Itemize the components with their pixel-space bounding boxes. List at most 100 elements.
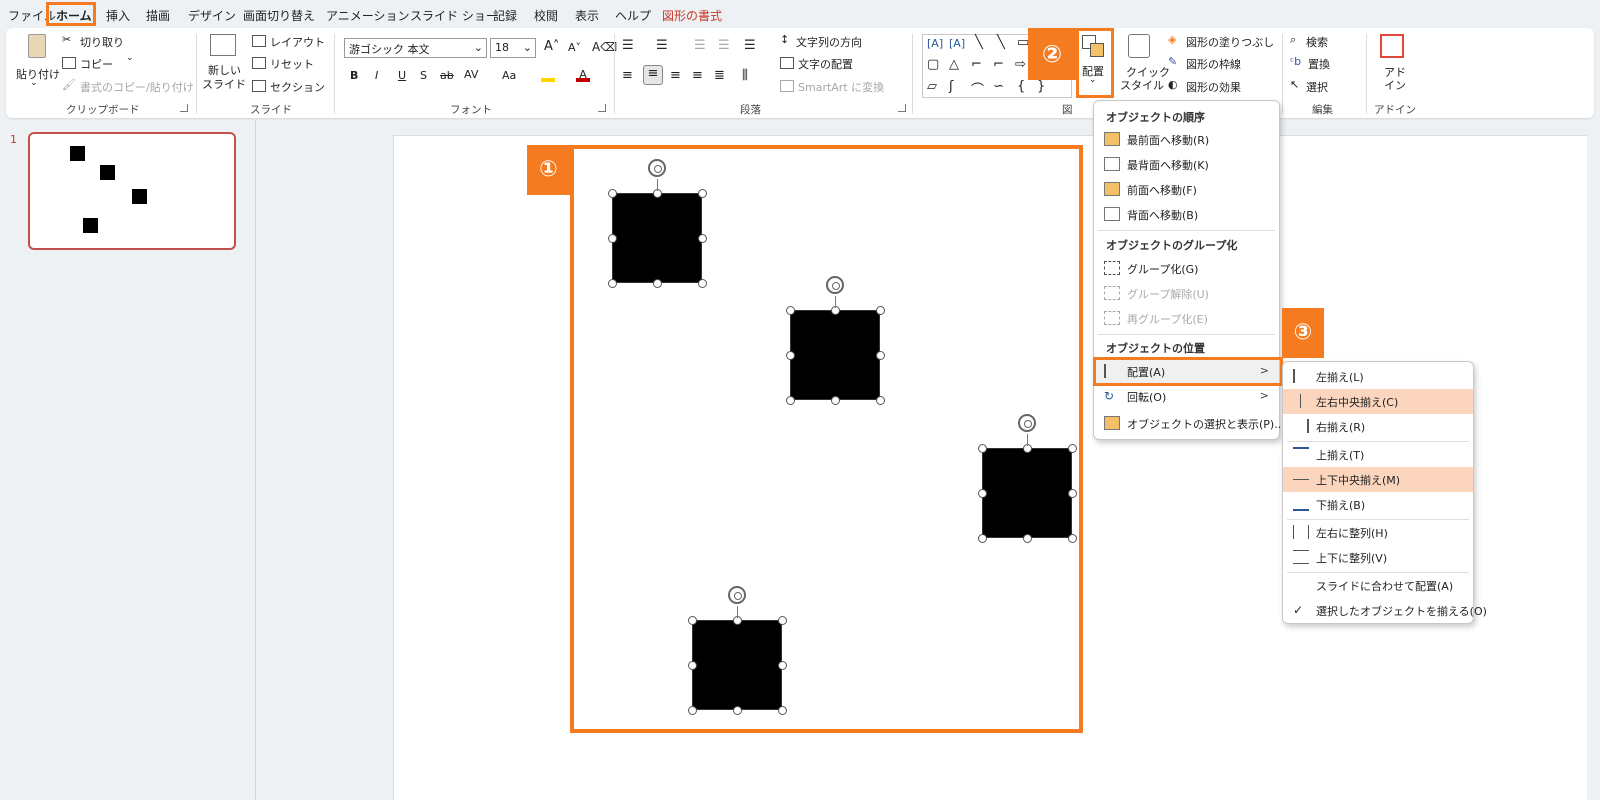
tab-draw[interactable]: 描画 bbox=[146, 7, 170, 24]
right-brace-icon[interactable]: } bbox=[1037, 79, 1045, 94]
bullets-icon[interactable]: ☰ bbox=[622, 38, 634, 53]
distributed-icon[interactable]: ≣ bbox=[714, 68, 725, 83]
resize-handle[interactable] bbox=[777, 660, 787, 670]
rotate-handle-icon[interactable] bbox=[826, 276, 844, 294]
arrange-button[interactable]: 配置 ⌄ bbox=[1079, 31, 1111, 95]
shape-outline-button[interactable]: ✎ 図形の枠線 bbox=[1168, 55, 1278, 73]
tab-view[interactable]: 表示 bbox=[575, 7, 599, 24]
arc-icon[interactable]: ⌒ bbox=[971, 79, 984, 98]
align-middle-item[interactable]: 上下中央揃え(M) bbox=[1283, 467, 1473, 492]
send-to-back-item[interactable]: 最背面へ移動(K) bbox=[1094, 152, 1279, 177]
scribble-icon[interactable]: ʃ bbox=[949, 79, 953, 94]
find-button[interactable]: ⌕ 検索 bbox=[1290, 33, 1360, 51]
resize-handle[interactable] bbox=[697, 233, 707, 243]
resize-handle[interactable] bbox=[875, 350, 885, 360]
copy-button[interactable]: コピー ⌄ bbox=[62, 53, 182, 73]
numbering-icon[interactable]: ☰ bbox=[656, 38, 668, 53]
resize-handle[interactable] bbox=[652, 278, 662, 288]
align-selected-item[interactable]: ✓ 選択したオブジェクトを揃える(O) bbox=[1283, 598, 1487, 623]
rounded-rect-icon[interactable]: ▢ bbox=[927, 57, 939, 72]
tab-review[interactable]: 校閲 bbox=[534, 7, 558, 24]
resize-handle[interactable] bbox=[687, 705, 697, 715]
resize-handle[interactable] bbox=[785, 350, 795, 360]
layout-button[interactable]: レイアウト bbox=[252, 33, 332, 51]
bring-forward-item[interactable]: 前面へ移動(F) bbox=[1094, 177, 1279, 202]
send-backward-item[interactable]: 背面へ移動(B) bbox=[1094, 202, 1279, 227]
square-shape[interactable] bbox=[790, 310, 880, 400]
smartart-button[interactable]: SmartArt に変換 bbox=[780, 78, 900, 96]
tab-shape-format[interactable]: 図形の書式 bbox=[662, 7, 722, 24]
resize-handle[interactable] bbox=[1067, 443, 1077, 453]
font-color-icon[interactable]: A bbox=[576, 68, 590, 82]
clipboard-launcher-icon[interactable] bbox=[180, 104, 188, 112]
align-text-button[interactable]: 文字の配置 bbox=[780, 55, 890, 73]
paste-button[interactable]: 貼り付け ⌄ bbox=[16, 32, 60, 92]
align-left-icon[interactable]: ≡ bbox=[622, 68, 633, 83]
decrease-font-icon[interactable]: A˅ bbox=[568, 41, 581, 54]
replace-button[interactable]: ᶜb 置換 bbox=[1290, 55, 1360, 73]
slide-thumbnail[interactable] bbox=[28, 132, 236, 250]
left-brace-icon[interactable]: { bbox=[1017, 79, 1025, 94]
rotate-handle-icon[interactable] bbox=[1018, 414, 1036, 432]
tab-record[interactable]: 記録 bbox=[493, 7, 517, 24]
tab-design[interactable]: デザイン bbox=[188, 7, 236, 24]
rotate-handle-icon[interactable] bbox=[648, 159, 666, 177]
triangle-icon[interactable]: △ bbox=[949, 57, 959, 72]
align-left-item[interactable]: 左揃え(L) bbox=[1283, 364, 1473, 389]
resize-handle[interactable] bbox=[830, 395, 840, 405]
tab-help[interactable]: ヘルプ bbox=[615, 7, 651, 24]
font-launcher-icon[interactable] bbox=[598, 104, 606, 112]
resize-handle[interactable] bbox=[785, 395, 795, 405]
addins-button[interactable]: アド イン bbox=[1374, 32, 1410, 96]
curve-icon[interactable]: ∽ bbox=[993, 79, 1004, 94]
vertical-textbox-icon[interactable]: [A] bbox=[949, 37, 965, 50]
resize-handle[interactable] bbox=[1067, 488, 1077, 498]
resize-handle[interactable] bbox=[607, 278, 617, 288]
square-shape[interactable] bbox=[692, 620, 782, 710]
align-center-item[interactable]: 左右中央揃え(C) bbox=[1283, 389, 1473, 414]
rotate-item[interactable]: ↻ 回転(O) > bbox=[1094, 384, 1279, 409]
tab-animations[interactable]: アニメーション bbox=[326, 7, 410, 24]
tab-home[interactable]: ホーム bbox=[56, 7, 92, 24]
elbow-connector-icon[interactable]: ⌐ bbox=[971, 57, 982, 72]
resize-handle[interactable] bbox=[697, 188, 707, 198]
increase-indent-icon[interactable]: ☰ bbox=[718, 38, 730, 53]
distribute-vertical-item[interactable]: 上下に整列(V) bbox=[1283, 545, 1473, 570]
decrease-indent-icon[interactable]: ☰ bbox=[694, 38, 706, 53]
cut-button[interactable]: ✂ 切り取り bbox=[62, 33, 182, 51]
align-center-icon[interactable]: ≡ bbox=[643, 65, 663, 85]
resize-handle[interactable] bbox=[607, 233, 617, 243]
shadow-button[interactable]: S bbox=[420, 69, 427, 82]
resize-handle[interactable] bbox=[977, 488, 987, 498]
arrow-line-icon[interactable]: ╲ bbox=[997, 35, 1005, 50]
selection-pane-item[interactable]: オブジェクトの選択と表示(P)... bbox=[1094, 411, 1285, 436]
resize-handle[interactable] bbox=[687, 615, 697, 625]
align-to-slide-item[interactable]: スライドに合わせて配置(A) bbox=[1283, 573, 1473, 598]
new-slide-button[interactable]: 新しい スライド bbox=[202, 32, 246, 92]
square-shape[interactable] bbox=[612, 193, 702, 283]
resize-handle[interactable] bbox=[875, 395, 885, 405]
resize-handle[interactable] bbox=[875, 305, 885, 315]
shape-fill-button[interactable]: ◈ 図形の塗りつぶし bbox=[1168, 33, 1278, 51]
reset-button[interactable]: リセット bbox=[252, 55, 332, 73]
line-spacing-icon[interactable]: ☰ bbox=[744, 38, 756, 53]
font-name-select[interactable]: 游ゴシック 本文 ⌄ bbox=[344, 38, 487, 58]
select-button[interactable]: ↖ 選択 bbox=[1290, 78, 1360, 96]
group-item[interactable]: グループ化(G) bbox=[1094, 256, 1279, 281]
regroup-item[interactable]: 再グループ化(E) bbox=[1094, 306, 1279, 331]
paragraph-launcher-icon[interactable] bbox=[898, 104, 906, 112]
resize-handle[interactable] bbox=[785, 305, 795, 315]
block-arrow-icon[interactable]: ⇨ bbox=[1015, 57, 1026, 72]
shape-effects-button[interactable]: ◐ 図形の効果 bbox=[1168, 78, 1278, 96]
resize-handle[interactable] bbox=[697, 278, 707, 288]
section-button[interactable]: セクション bbox=[252, 78, 332, 96]
underline-button[interactable]: U bbox=[398, 69, 406, 82]
align-bottom-item[interactable]: 下揃え(B) bbox=[1283, 492, 1473, 517]
columns-icon[interactable]: ⫼ bbox=[742, 68, 748, 83]
justify-icon[interactable]: ≡ bbox=[692, 68, 703, 83]
distribute-horizontal-item[interactable]: 左右に整列(H) bbox=[1283, 520, 1473, 545]
increase-font-icon[interactable]: A˄ bbox=[544, 39, 559, 54]
bring-to-front-item[interactable]: 最前面へ移動(R) bbox=[1094, 127, 1279, 152]
resize-handle[interactable] bbox=[777, 615, 787, 625]
align-right-icon[interactable]: ≡ bbox=[670, 68, 681, 83]
